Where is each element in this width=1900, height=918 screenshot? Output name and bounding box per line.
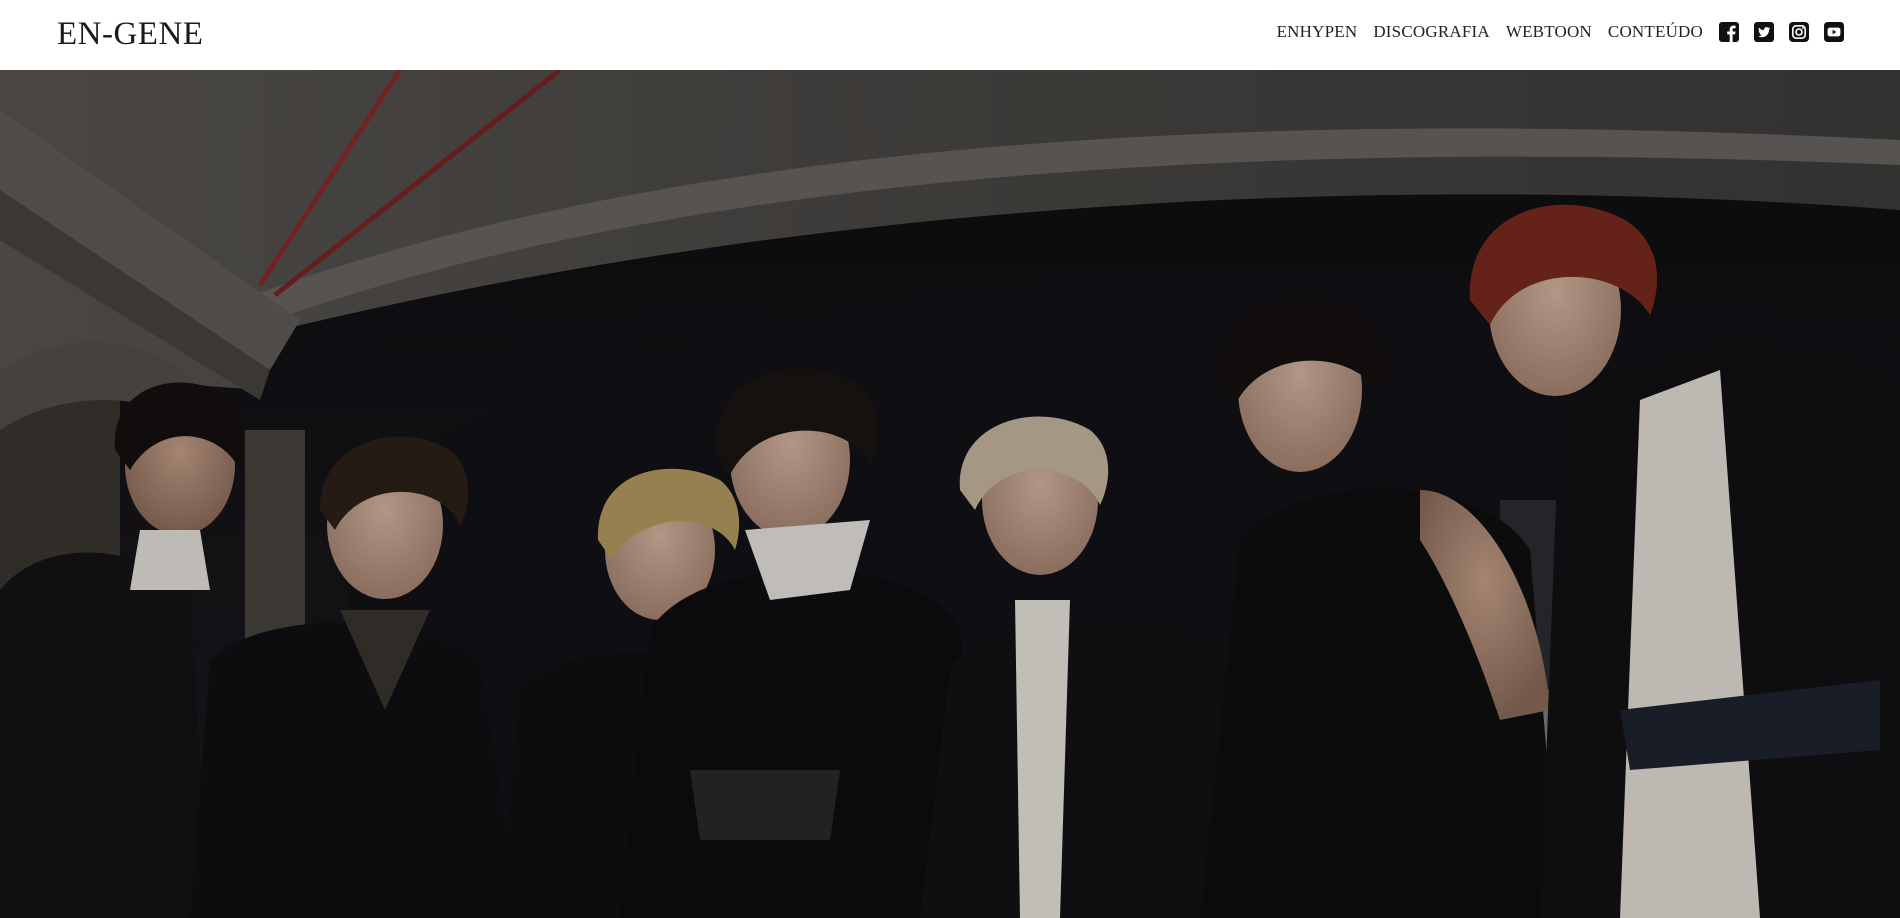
instagram-link[interactable] — [1789, 22, 1809, 42]
youtube-link[interactable] — [1824, 22, 1844, 42]
facebook-link[interactable] — [1719, 22, 1739, 42]
nav-item-enhypen: ENHYPEN — [1277, 22, 1358, 42]
brand-logo-link[interactable]: EN-GENE — [57, 16, 203, 53]
twitter-icon — [1754, 22, 1774, 42]
youtube-icon — [1824, 22, 1844, 42]
facebook-icon — [1719, 22, 1739, 42]
hero-dark-overlay — [0, 70, 1900, 918]
nav-link-webtoon[interactable]: WEBTOON — [1506, 22, 1592, 41]
nav-link-enhypen[interactable]: ENHYPEN — [1277, 22, 1358, 41]
nav-item-discografia: DISCOGRAFIA — [1373, 22, 1490, 42]
nav-item-conteudo: CONTEÚDO — [1608, 22, 1703, 42]
nav-right: ENHYPEN DISCOGRAFIA WEBTOON CONTEÚDO — [1277, 22, 1844, 42]
nav-item-webtoon: WEBTOON — [1506, 22, 1592, 42]
nav-link-discografia[interactable]: DISCOGRAFIA — [1373, 22, 1490, 41]
twitter-link[interactable] — [1754, 22, 1774, 42]
nav-link-conteudo[interactable]: CONTEÚDO — [1608, 22, 1703, 41]
hero-section — [0, 70, 1900, 918]
social-links — [1719, 22, 1844, 42]
instagram-icon — [1789, 22, 1809, 42]
nav-links: ENHYPEN DISCOGRAFIA WEBTOON CONTEÚDO — [1277, 22, 1703, 42]
top-navbar: EN-GENE ENHYPEN DISCOGRAFIA WEBTOON CONT… — [0, 0, 1900, 70]
